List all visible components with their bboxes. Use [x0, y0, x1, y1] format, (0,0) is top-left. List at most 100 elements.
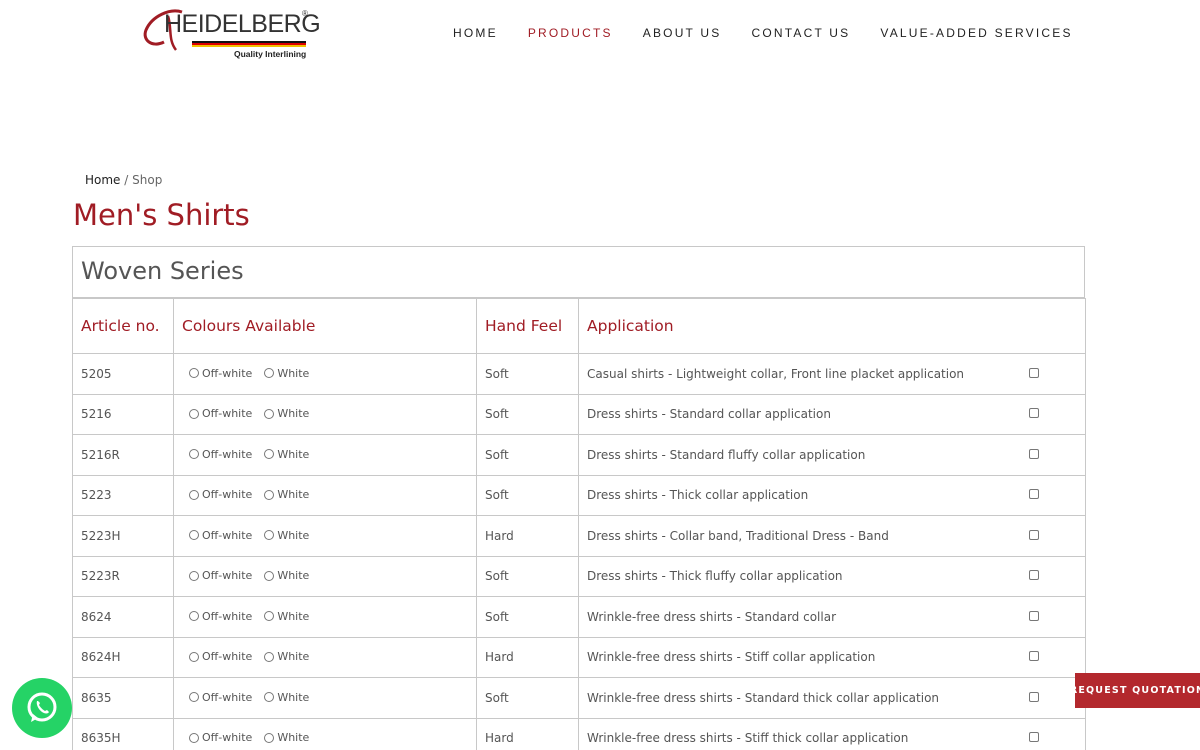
radio-button[interactable] [189, 489, 199, 500]
radio-button[interactable] [264, 611, 275, 621]
colours-cell: Off-white White [173, 636, 477, 678]
hand-feel-cell: Soft [476, 434, 579, 476]
application-cell: Wrinkle-free dress shirts - Standard col… [578, 596, 1086, 638]
colour-option-white[interactable]: White [264, 488, 309, 501]
nav-contact-us[interactable]: CONTACT US [751, 26, 850, 40]
application-text: Dress shirts - Standard fluffy collar ap… [587, 447, 866, 462]
radio-button[interactable] [189, 449, 199, 459]
select-checkbox[interactable] [1029, 529, 1039, 540]
nav-about-us[interactable]: ABOUT US [643, 26, 722, 40]
colours-cell: Off-white White [173, 677, 477, 719]
colour-option-white[interactable]: White [264, 610, 309, 623]
radio-button[interactable] [264, 692, 275, 702]
colour-option-label: White [277, 609, 310, 623]
table-row: 5216 Off-white White Soft Dress shirts - Sta… [72, 393, 1086, 435]
table-row: 8624H Off-white White Hard Wrinkle-free dres… [72, 636, 1086, 678]
colour-option-label: Off-white [202, 609, 253, 623]
colour-option-off-white[interactable]: Off-white [189, 488, 252, 501]
select-checkbox[interactable] [1029, 489, 1039, 500]
select-checkbox[interactable] [1029, 610, 1039, 621]
application-cell: Dress shirts - Collar band, Traditional … [578, 515, 1086, 557]
colour-option-white[interactable]: White [264, 650, 309, 663]
colour-option-off-white[interactable]: Off-white [189, 691, 252, 704]
application-cell: Dress shirts - Standard collar applicati… [578, 393, 1086, 435]
colour-option-white[interactable]: White [264, 367, 309, 380]
article-no-cell: 5223R [72, 555, 174, 597]
application-text: Casual shirts - Lightweight collar, Fron… [587, 366, 965, 381]
colours-cell: Off-white White [173, 434, 477, 476]
radio-button[interactable] [264, 449, 275, 459]
application-text: Dress shirts - Thick collar application [587, 488, 809, 503]
hand-feel-cell: Hard [476, 636, 579, 678]
colour-option-off-white[interactable]: Off-white [189, 367, 252, 380]
select-checkbox[interactable] [1029, 651, 1039, 662]
product-table-section: Woven Series Article no. Colours Availab… [72, 246, 1086, 750]
colour-option-label: Off-white [202, 528, 253, 542]
colour-option-white[interactable]: White [264, 529, 309, 542]
colour-option-off-white[interactable]: Off-white [189, 529, 252, 542]
logo-wordmark: HEIDELBERG [164, 10, 321, 38]
radio-button[interactable] [264, 651, 275, 662]
site-logo[interactable]: HEIDELBERG ® Quality Interlining [142, 6, 321, 62]
table-header-row: Article no. Colours Available Hand Feel … [72, 298, 1086, 354]
colour-option-off-white[interactable]: Off-white [189, 569, 252, 582]
colour-option-white[interactable]: White [264, 691, 309, 704]
colour-option-white[interactable]: White [264, 448, 309, 461]
select-checkbox[interactable] [1029, 448, 1039, 459]
nav-home[interactable]: HOME [453, 26, 498, 40]
radio-button[interactable] [189, 530, 199, 540]
radio-button[interactable] [264, 530, 275, 540]
colour-option-label: White [277, 690, 310, 704]
colours-cell: Off-white White [173, 515, 477, 557]
series-title: Woven Series [72, 246, 1085, 298]
colour-option-label: White [277, 650, 310, 663]
select-checkbox[interactable] [1029, 367, 1039, 378]
colour-option-off-white[interactable]: Off-white [189, 407, 252, 420]
radio-button[interactable] [189, 570, 199, 581]
breadcrumb-separator: / [124, 173, 129, 187]
hand-feel-cell: Soft [476, 555, 579, 597]
colours-cell: Off-white White [173, 555, 477, 597]
request-quotation-button[interactable]: REQUEST QUOTATION [1070, 673, 1200, 708]
radio-button[interactable] [189, 611, 199, 621]
whatsapp-button[interactable] [12, 678, 72, 738]
colour-option-off-white[interactable]: Off-white [189, 448, 252, 461]
radio-button[interactable] [264, 489, 275, 500]
select-checkbox[interactable] [1029, 408, 1039, 419]
nav-products[interactable]: PRODUCTS [528, 26, 613, 40]
radio-button[interactable] [189, 651, 199, 662]
breadcrumb-home[interactable]: Home [85, 173, 120, 187]
nav-value-added-services[interactable]: VALUE-ADDED SERVICES [880, 26, 1072, 40]
colour-option-label: Off-white [202, 407, 253, 420]
radio-button[interactable] [264, 368, 275, 378]
colour-option-white[interactable]: White [264, 731, 309, 744]
hand-feel-cell: Soft [476, 596, 579, 638]
colour-option-off-white[interactable]: Off-white [189, 650, 252, 663]
colour-option-label: Off-white [202, 488, 253, 501]
colour-option-off-white[interactable]: Off-white [189, 610, 252, 623]
select-checkbox[interactable] [1029, 691, 1039, 702]
select-checkbox[interactable] [1029, 732, 1039, 743]
hand-feel-cell: Hard [476, 717, 579, 750]
colour-option-label: Off-white [202, 447, 253, 461]
colour-option-off-white[interactable]: Off-white [189, 731, 252, 744]
radio-button[interactable] [264, 732, 275, 743]
application-cell: Dress shirts - Thick collar application [578, 474, 1086, 516]
colour-option-white[interactable]: White [264, 407, 309, 420]
radio-button[interactable] [189, 368, 199, 378]
radio-button[interactable] [264, 408, 275, 419]
colour-option-white[interactable]: White [264, 569, 309, 582]
application-cell: Casual shirts - Lightweight collar, Fron… [578, 353, 1086, 395]
colour-option-label: White [277, 731, 310, 744]
select-checkbox[interactable] [1029, 570, 1039, 581]
radio-button[interactable] [189, 408, 199, 419]
colour-option-label: White [277, 407, 310, 420]
application-cell: Wrinkle-free dress shirts - Stiff thick … [578, 717, 1086, 750]
colour-option-label: White [277, 447, 310, 461]
radio-button[interactable] [264, 570, 275, 581]
colour-option-label: Off-white [202, 366, 253, 380]
radio-button[interactable] [189, 732, 199, 743]
radio-button[interactable] [189, 692, 199, 702]
application-text: Wrinkle-free dress shirts - Stiff thick … [587, 731, 909, 746]
application-text: Wrinkle-free dress shirts - Standard thi… [587, 690, 940, 705]
